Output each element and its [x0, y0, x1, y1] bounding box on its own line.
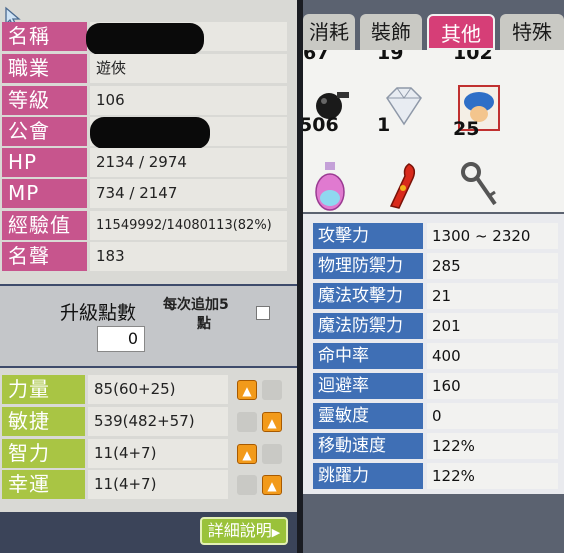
dex-up-slot — [237, 412, 257, 432]
item-qty: 506 — [303, 114, 339, 136]
int-up-slot — [262, 444, 282, 464]
inventory-slot[interactable]: 25 — [449, 84, 505, 140]
auto-assign-checkbox[interactable] — [256, 306, 270, 320]
equip-value: 285 — [427, 253, 558, 279]
tab-setup[interactable]: 裝飾 — [360, 14, 422, 50]
equip-row-hands: 靈敏度 0 — [313, 403, 558, 429]
stat-value: 85(60+25) — [88, 375, 228, 404]
equip-label: 迴避率 — [313, 373, 423, 399]
equip-label: 攻擊力 — [313, 223, 423, 249]
info-value: 183 — [90, 242, 287, 271]
info-label: 公會 — [2, 117, 87, 146]
equip-row-matk: 魔法攻擊力 21 — [313, 283, 558, 309]
info-row-job: 職業 遊俠 — [2, 54, 287, 83]
equip-label: 命中率 — [313, 343, 423, 369]
potion-icon — [315, 162, 345, 211]
stat-value: 11(4+7) — [88, 439, 228, 468]
equip-row-speed: 移動速度 122% — [313, 433, 558, 459]
equip-row-attack: 攻擊力 1300 ~ 2320 — [313, 223, 558, 249]
redacted-name — [86, 23, 204, 55]
chevron-right-icon: ▶ — [271, 526, 281, 539]
info-label: 名聲 — [2, 242, 87, 271]
item-qty: 19 — [377, 50, 404, 64]
item-qty: 102 — [453, 50, 493, 64]
inventory-slot[interactable] — [449, 158, 505, 208]
info-label: 名稱 — [2, 22, 87, 51]
detail-button-label: 詳細說明 — [207, 521, 272, 540]
equip-label: 移動速度 — [313, 433, 423, 459]
redacted-guild — [90, 117, 210, 149]
info-label: 等級 — [2, 86, 87, 115]
item-qty: 1 — [377, 114, 391, 136]
equip-label: 靈敏度 — [313, 403, 423, 429]
info-row-exp: 經驗值 11549992/14080113(82%) — [2, 211, 287, 240]
auto-assign-label-line1: 每次追加5 — [163, 297, 229, 313]
equip-value: 21 — [427, 283, 558, 309]
tab-special[interactable]: 特殊 — [500, 14, 564, 50]
inventory-slot[interactable]: 1 — [373, 84, 429, 136]
red-horn-icon — [389, 163, 416, 209]
ability-point-label: 升級點數 — [60, 302, 137, 324]
info-label: 經驗值 — [2, 211, 87, 240]
luk-up-button[interactable]: ▲ — [262, 475, 282, 495]
info-value: 106 — [90, 86, 287, 115]
inventory-slot[interactable] — [303, 158, 359, 211]
equip-value: 400 — [427, 343, 558, 369]
info-label: HP — [2, 148, 87, 177]
equip-row-avoid: 迴避率 160 — [313, 373, 558, 399]
info-row-mp: MP 734 / 2147 — [2, 179, 287, 208]
character-info-panel: 名稱 職業 遊俠 等級 106 公會 HP 2134 / 2974 MP 734… — [0, 0, 297, 553]
stat-label: 力量 — [2, 375, 85, 404]
inventory-grid: 67 19 102 506 1 25 — [303, 50, 564, 212]
item-qty: 67 — [303, 50, 330, 64]
equip-label: 跳躍力 — [313, 463, 423, 489]
dex-up-button[interactable]: ▲ — [262, 412, 282, 432]
detail-button[interactable]: 詳細說明▶ — [200, 517, 288, 545]
equip-value: 0 — [427, 403, 558, 429]
info-value: 遊俠 — [90, 54, 287, 83]
equip-row-wdef: 物理防禦力 285 — [313, 253, 558, 279]
tab-etc[interactable]: 其他 — [427, 14, 495, 50]
info-row-hp: HP 2134 / 2974 — [2, 148, 287, 177]
tab-consume[interactable]: 消耗 — [303, 14, 355, 50]
equip-value: 122% — [427, 463, 558, 489]
info-row-level: 等級 106 — [2, 86, 287, 115]
inventory-slot[interactable] — [373, 158, 429, 209]
equip-row-accuracy: 命中率 400 — [313, 343, 558, 369]
equip-label: 物理防禦力 — [313, 253, 423, 279]
luk-up-slot — [237, 475, 257, 495]
info-value: 2134 / 2974 — [90, 148, 287, 177]
info-value: 734 / 2147 — [90, 179, 287, 208]
str-up-button[interactable]: ▲ — [237, 380, 257, 400]
str-up-slot — [262, 380, 282, 400]
equip-label: 魔法防禦力 — [313, 313, 423, 339]
equip-value: 201 — [427, 313, 558, 339]
int-up-button[interactable]: ▲ — [237, 444, 257, 464]
info-value: 11549992/14080113(82%) — [90, 211, 287, 240]
stat-value: 539(482+57) — [88, 407, 228, 436]
key-icon — [461, 162, 497, 206]
equip-label: 魔法攻擊力 — [313, 283, 423, 309]
item-qty: 25 — [453, 118, 480, 140]
stat-value: 11(4+7) — [88, 470, 228, 499]
auto-assign-label-line2: 點 — [197, 316, 211, 332]
stat-label: 智力 — [2, 439, 85, 468]
info-row-fame: 名聲 183 — [2, 242, 287, 271]
info-label: MP — [2, 179, 87, 208]
ability-point-section: 升級點數 0 每次追加5 點 — [0, 284, 297, 368]
equip-value: 160 — [427, 373, 558, 399]
equip-value: 122% — [427, 433, 558, 459]
stat-label: 敏捷 — [2, 407, 85, 436]
equip-value: 1300 ~ 2320 — [427, 223, 558, 249]
equip-row-mdef: 魔法防禦力 201 — [313, 313, 558, 339]
equip-row-jump: 跳躍力 122% — [313, 463, 558, 489]
info-label: 職業 — [2, 54, 87, 83]
inventory-slot[interactable]: 506 — [303, 84, 359, 136]
ability-point-value: 0 — [97, 326, 145, 352]
stat-label: 幸運 — [2, 470, 85, 499]
